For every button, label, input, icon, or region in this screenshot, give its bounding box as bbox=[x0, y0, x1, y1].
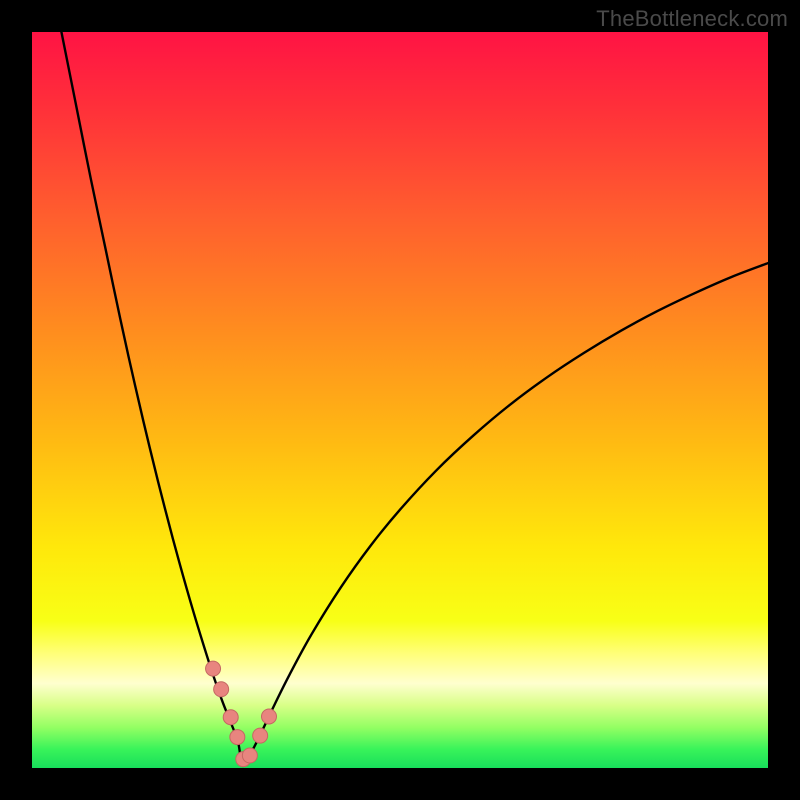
curve-marker bbox=[253, 728, 268, 743]
plot-area bbox=[32, 32, 768, 768]
curve-marker bbox=[214, 682, 229, 697]
watermark-text: TheBottleneck.com bbox=[596, 6, 788, 32]
curve-marker bbox=[242, 748, 257, 763]
bottleneck-chart bbox=[32, 32, 768, 768]
curve-marker bbox=[223, 710, 238, 725]
gradient-background bbox=[32, 32, 768, 768]
curve-marker bbox=[230, 730, 245, 745]
curve-marker bbox=[261, 709, 276, 724]
curve-marker bbox=[206, 661, 221, 676]
chart-frame: TheBottleneck.com bbox=[0, 0, 800, 800]
